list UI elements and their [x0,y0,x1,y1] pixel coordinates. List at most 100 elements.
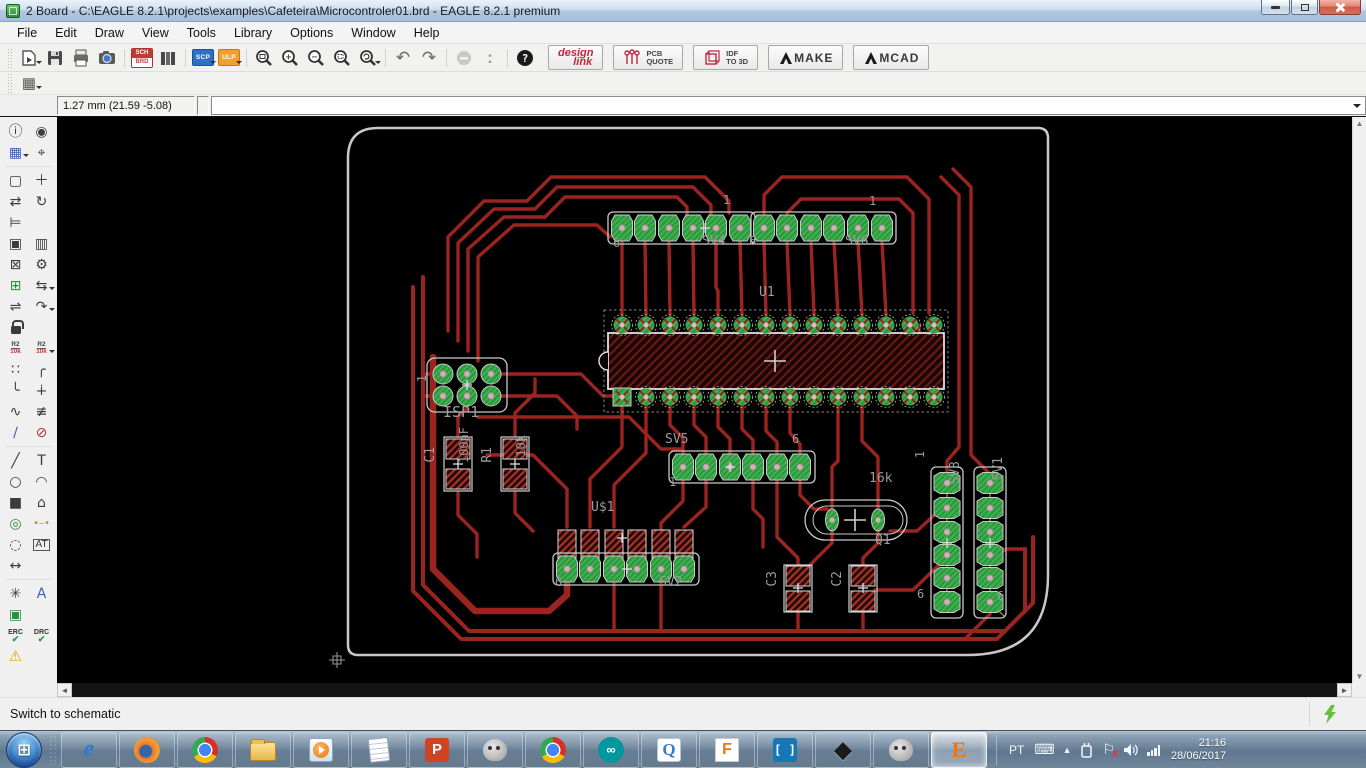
component-u1[interactable] [598,309,949,413]
horizontal-scrollbar[interactable]: ◄ ► [0,683,1366,697]
text-tool[interactable]: T [29,450,55,471]
library-manager-button[interactable] [155,46,181,70]
vertical-scrollbar[interactable]: ▲ ▼ [1352,117,1366,683]
hole-tool[interactable]: ◌ [3,534,29,555]
miter-tool[interactable]: ╭ [29,359,55,380]
component-c2[interactable] [848,564,878,613]
start-button[interactable]: ⊞ [6,731,42,768]
zoom-select-button[interactable] [329,46,355,70]
menu-edit[interactable]: Edit [46,24,86,42]
mark-tool[interactable]: ⌖ [29,142,55,163]
undo-button[interactable]: ↶ [390,46,416,70]
zoom-out-button[interactable]: − [303,46,329,70]
menu-options[interactable]: Options [281,24,342,42]
menu-help[interactable]: Help [405,24,449,42]
menu-window[interactable]: Window [342,24,404,42]
action-center-icon[interactable]: ⚐ ✗ [1102,741,1119,759]
mirror-tool[interactable]: ⇄ [3,191,29,212]
safely-remove-hardware-icon[interactable] [1079,742,1094,758]
scroll-down-icon[interactable]: ▼ [1356,670,1364,683]
component-q1[interactable] [804,499,908,541]
rotate-tool[interactable]: ↻ [29,191,55,212]
image-export-button[interactable] [94,46,120,70]
component-sv3[interactable] [930,466,964,619]
pinswap-tool[interactable]: ⇌ [3,296,29,317]
run-ulp-button[interactable]: ULP [216,46,242,70]
minimize-button[interactable] [1261,0,1290,15]
taskbar-internet-explorer[interactable]: e [61,731,117,768]
replace-tool[interactable]: ↷ [29,296,55,317]
taskbar-notepad[interactable] [351,731,407,768]
zoom-in-button[interactable]: + [277,46,303,70]
via-tool[interactable]: ◎ [3,513,29,534]
pcb-quote-button[interactable]: PCB QUOTE [613,45,684,70]
copy-tool[interactable]: ▣ [3,233,29,254]
smash-tool[interactable]: R2 10k [29,338,55,359]
command-input[interactable] [211,96,1366,115]
zoom-fit-button[interactable] [251,46,277,70]
scroll-left-icon[interactable]: ◄ [57,683,72,697]
idf-to-3d-button[interactable]: IDF TO 3D [693,45,759,70]
component-sv6[interactable] [750,211,897,245]
scrollbar-track[interactable] [72,683,1337,697]
group-tool[interactable]: ▢ [3,170,29,191]
wire-tool[interactable]: ╱ [3,450,29,471]
dimension-tool[interactable]: ↔ [3,555,29,576]
schematic-board-switch-button[interactable]: SCH BRD [129,46,155,70]
meander-tool[interactable]: ∿ [3,401,29,422]
attribute-tool[interactable]: AT [29,534,55,555]
language-indicator[interactable]: PT [1003,743,1030,757]
close-button[interactable] [1319,0,1361,15]
ripup-tool[interactable]: ⊘ [29,422,55,443]
arc-tool[interactable]: ◠ [29,471,55,492]
route-tool[interactable]: ∕ [3,422,29,443]
open-board-button[interactable] [16,46,42,70]
print-button[interactable] [68,46,94,70]
hidden-icons-button[interactable]: ▲ [1063,745,1072,755]
paste-tool[interactable]: ▥ [29,233,55,254]
circle-tool[interactable]: ○ [3,471,29,492]
network-icon[interactable] [1147,744,1161,756]
restore-button[interactable] [1291,0,1318,15]
menu-draw[interactable]: Draw [86,24,133,42]
taskbar-powerpoint[interactable]: P [409,731,465,768]
grid-button[interactable]: ▦ [16,71,42,95]
taskbar-chrome[interactable] [177,731,233,768]
delete-tool[interactable]: ⊠ [3,254,29,275]
drc-tool[interactable]: DRC ✔ [29,625,55,646]
make-button[interactable]: MAKE [768,45,844,70]
keyboard-icon[interactable]: ⌨ [1034,741,1054,758]
change-tool[interactable]: ⚙ [29,254,55,275]
split-tool[interactable]: ≢ [29,401,55,422]
name-tool[interactable]: ⊨ [3,212,29,233]
coordinate-splitter[interactable] [197,96,209,115]
autoroute-tool[interactable]: A [29,583,55,604]
value-tool[interactable]: R2 10k [3,338,29,359]
taskbar-arduino[interactable]: ∞ [583,731,639,768]
lock-tool[interactable] [3,317,29,338]
volume-icon[interactable] [1123,743,1139,757]
redo-button[interactable]: ↷ [416,46,442,70]
stop-button[interactable] [451,46,477,70]
menu-tools[interactable]: Tools [178,24,225,42]
miter2-tool[interactable]: ╰ [3,380,29,401]
taskbar-gimp[interactable] [467,731,523,768]
polygon-tool[interactable]: ⌂ [29,492,55,513]
show-tool[interactable]: ◉ [29,121,55,142]
taskbar-brackets[interactable]: [ ] [757,731,813,768]
gateswap-tool[interactable]: ⇆ [29,275,55,296]
display-layers-tool[interactable]: ▦ [3,142,29,163]
scroll-right-icon[interactable]: ► [1337,683,1352,697]
signal-tool[interactable]: •–• [29,513,55,534]
rect-tool[interactable]: ■ [3,492,29,513]
taskbar-windows-explorer[interactable] [235,731,291,768]
move-tool[interactable]: ＋ [29,170,55,191]
ratsnest-tool[interactable]: ✳ [3,583,29,604]
component-sv4[interactable] [607,211,756,245]
options-more-button[interactable]: : [477,46,503,70]
taskbar-media-player[interactable] [293,731,349,768]
menu-view[interactable]: View [133,24,178,42]
component-usd1[interactable] [557,529,694,561]
errors-tool[interactable]: ⚠ [3,646,29,667]
zoom-redraw-button[interactable] [355,46,381,70]
